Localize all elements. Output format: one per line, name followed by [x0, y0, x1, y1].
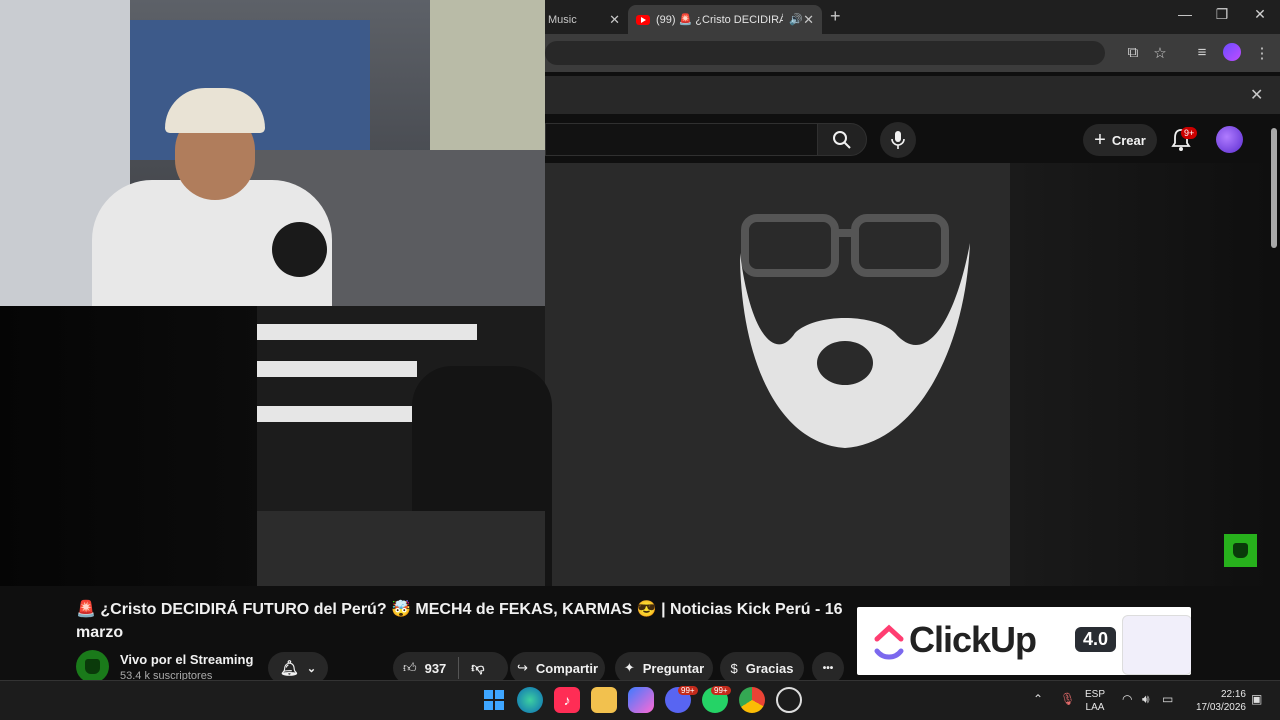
ad-app-mockup	[1122, 615, 1191, 675]
sparkle-icon: ✦	[623, 660, 635, 675]
tab-close-icon[interactable]: ✕	[803, 12, 814, 28]
keyboard-layout: LAA	[1085, 702, 1105, 713]
video-frame-graphic	[545, 163, 1010, 586]
wifi-icon[interactable]: ◠	[1122, 692, 1132, 706]
youtube-icon	[636, 14, 650, 25]
search-button[interactable]	[817, 123, 867, 156]
beard-glasses-graphic	[545, 163, 1010, 586]
bell-icon: 🔔︎	[279, 660, 299, 677]
studio-stripe	[257, 361, 417, 377]
chevron-down-icon: ⌄	[306, 662, 317, 675]
thumbs-down-icon[interactable]: 👎︎	[471, 660, 484, 676]
speaker-icon[interactable]: 🔊	[789, 13, 803, 26]
menu-icon[interactable]: ⋮	[1252, 44, 1272, 62]
install-app-icon[interactable]: ⧉	[1123, 44, 1143, 62]
time: 22:16	[1220, 689, 1246, 700]
studio-desk	[257, 511, 545, 586]
tab-music[interactable]: Music ✕	[540, 5, 628, 34]
like-count[interactable]: 937	[425, 661, 447, 676]
chrome-icon[interactable]	[739, 687, 765, 713]
new-tab-button[interactable]: +	[830, 6, 841, 27]
maximize-button[interactable]: ❐	[1207, 6, 1237, 23]
date: 17/03/2026	[1195, 702, 1246, 713]
notification-center-icon[interactable]: ▣	[1251, 692, 1262, 706]
create-button[interactable]: + Crear	[1083, 124, 1157, 156]
channel-name[interactable]: Vivo por el Streaming	[120, 652, 253, 667]
microphone	[272, 222, 327, 277]
profile-avatar[interactable]	[1223, 43, 1241, 61]
webcam-overlay	[0, 0, 545, 306]
video-side-area	[1010, 163, 1270, 586]
tab-close-icon[interactable]: ✕	[609, 12, 620, 28]
search-input[interactable]	[545, 123, 817, 156]
file-explorer-icon[interactable]	[591, 687, 617, 713]
studio-stripe	[257, 406, 437, 422]
tab-label: (99) 🚨 ¿Cristo DECIDIRÁ F	[655, 14, 784, 26]
account-avatar[interactable]	[1216, 126, 1243, 153]
language-indicator[interactable]: ESP LAA	[1085, 688, 1105, 714]
curtain	[430, 0, 545, 170]
channel-watermark-icon[interactable]	[1224, 534, 1257, 567]
start-button[interactable]	[481, 687, 507, 713]
voice-search-button[interactable]	[880, 122, 916, 158]
create-label: Crear	[1111, 132, 1146, 148]
media-controls-icon[interactable]: ≡	[1192, 44, 1212, 62]
microphone-tray-icon[interactable]: 🎙︎	[1060, 692, 1075, 706]
minimize-button[interactable]: —	[1170, 6, 1200, 22]
music-app-icon[interactable]: ♪	[554, 687, 580, 713]
thanks-label: Gracias	[745, 660, 794, 676]
tab-label: Music	[548, 13, 577, 26]
copilot-icon[interactable]	[628, 687, 654, 713]
discord-badge: 99+	[678, 686, 698, 695]
windows-icon	[484, 690, 504, 710]
ask-label: Preguntar	[642, 660, 705, 676]
edge-icon[interactable]	[517, 687, 543, 713]
video-title: 🚨 ¿Cristo DECIDIRÁ FUTURO del Perú? 🤯 ME…	[76, 601, 843, 641]
share-icon: ↪	[516, 660, 528, 675]
whatsapp-badge: 99+	[711, 686, 731, 695]
app-icon[interactable]	[776, 687, 802, 713]
notifications-badge: 9+	[1181, 127, 1198, 139]
close-window-button[interactable]: ✕	[1245, 6, 1275, 23]
search-icon	[833, 130, 851, 149]
scrollbar-thumb[interactable]	[1271, 128, 1277, 248]
infobar-close-icon[interactable]: ✕	[1250, 85, 1263, 105]
bookmark-star-icon[interactable]: ☆	[1150, 44, 1170, 62]
divider	[458, 657, 460, 679]
tab-youtube-video[interactable]: (99) 🚨 ¿Cristo DECIDIRÁ F 🔊 ✕	[628, 5, 822, 34]
language-code: ESP	[1085, 689, 1106, 700]
info-bar	[540, 76, 1280, 114]
thanks-icon: $	[730, 660, 738, 676]
clickup-logo-icon	[874, 624, 904, 660]
share-label: Compartir	[535, 660, 599, 676]
thumbs-up-icon[interactable]: 👍︎	[403, 660, 417, 676]
ad-version-badge: 4.0	[1075, 627, 1117, 652]
microphone-icon	[891, 131, 905, 149]
studio-stripe	[257, 324, 477, 340]
channel-avatar[interactable]	[76, 650, 109, 683]
volume-icon[interactable]: 🔊︎	[1142, 692, 1150, 707]
plus-icon: +	[1094, 128, 1106, 151]
show-hidden-icons-icon[interactable]: ⌃	[1033, 692, 1043, 706]
clickup-ad[interactable]: ClickUp 4.0	[857, 607, 1191, 675]
more-icon: •••	[822, 662, 834, 674]
address-bar[interactable]	[545, 41, 1105, 65]
clock[interactable]: 22:16 17/03/2026	[1188, 688, 1246, 714]
news-studio-frame	[257, 306, 552, 586]
battery-icon[interactable]: ▭	[1162, 692, 1173, 706]
ad-brand: ClickUp	[909, 619, 1037, 660]
